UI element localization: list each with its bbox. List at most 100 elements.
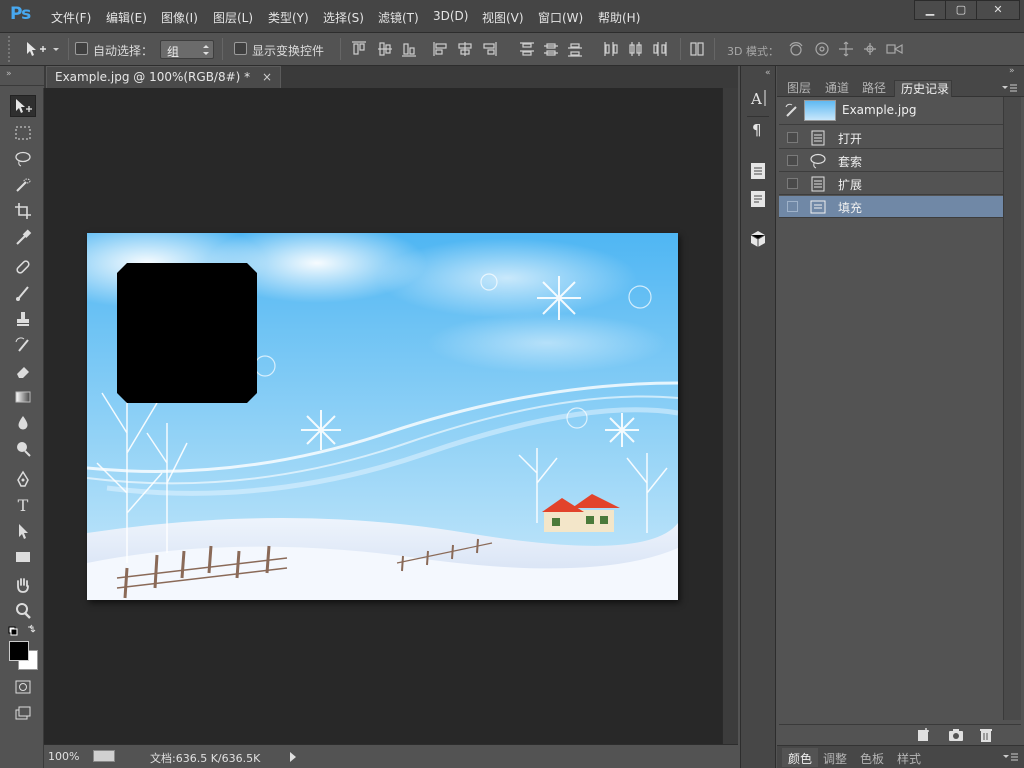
trash-icon[interactable] [977,727,995,743]
tab-adjustments[interactable]: 调整 [823,750,847,767]
minimize-button[interactable]: ▁ [914,0,946,20]
foreground-color-swatch[interactable] [9,641,29,661]
notes-panel-button[interactable] [747,160,769,184]
gradient-tool[interactable] [10,386,36,408]
menu-image[interactable]: 图像(I) [161,9,198,26]
move-tool-preset-picker[interactable] [24,40,64,58]
options-grip[interactable] [8,36,14,62]
history-snapshot[interactable]: Example.jpg [779,97,1003,125]
blur-tool[interactable] [10,412,36,434]
zoom-level[interactable]: 100% [48,750,79,763]
brush-icon [16,286,29,301]
tab-layers[interactable]: 图层 [787,80,811,97]
history-state-checkbox[interactable] [787,155,798,166]
new-document-from-state-icon[interactable] [915,727,933,743]
auto-select-dropdown[interactable]: 组 [160,40,214,59]
menu-type[interactable]: 类型(Y) [268,9,309,26]
paragraph-icon: ¶ [752,121,762,139]
brush-tool[interactable] [10,282,36,304]
show-transform-checkbox[interactable] [234,42,247,55]
panel-dock-header[interactable]: » [777,66,1024,80]
document-tab[interactable]: Example.jpg @ 100%(RGB/8#) * × [46,66,282,88]
menu-3d[interactable]: 3D(D) [433,9,468,23]
expand-panels-icon[interactable]: « [765,68,771,78]
properties-panel-button[interactable] [747,188,769,212]
menu-file[interactable]: 文件(F) [51,9,91,26]
collapse-panel-icon[interactable]: » [1009,66,1015,76]
pen-tool[interactable] [10,468,36,490]
tab-styles[interactable]: 样式 [897,750,921,767]
eraser-tool[interactable] [10,360,36,382]
healing-brush-tool[interactable] [10,256,36,278]
document-tab-bar: Example.jpg @ 100%(RGB/8#) * × [44,66,738,88]
camera-icon[interactable] [947,727,965,743]
history-state-lasso[interactable]: 套索 [779,150,1003,172]
maximize-button[interactable]: ▢ [945,0,977,20]
distribute-vcenter-icon [544,43,558,56]
status-menu-arrow-icon[interactable] [288,751,298,763]
align-vcenter-icon [378,42,392,56]
menu-layer[interactable]: 图层(L) [213,9,253,26]
tab-paths[interactable]: 路径 [862,80,886,97]
align-hcenter-icon [458,42,472,56]
hand-tool[interactable] [10,574,36,596]
quick-selection-tool[interactable] [10,174,36,196]
lasso-tool[interactable] [10,148,36,170]
history-state-open[interactable]: 打开 [779,127,1003,149]
close-button[interactable]: ✕ [976,0,1020,20]
3d-mode-label: 3D 模式： [727,45,779,58]
marquee-tool[interactable] [10,122,36,144]
paragraph-panel-button[interactable]: ¶ [747,118,769,142]
character-panel-button[interactable]: A [747,87,769,117]
history-scrollbar[interactable] [1003,97,1021,720]
eyedropper-tool[interactable] [10,226,36,248]
document-image[interactable] [27,218,679,600]
menu-select[interactable]: 选择(S) [323,9,364,26]
history-state-fill[interactable]: 填充 [779,196,1003,218]
tab-color[interactable]: 颜色 [782,748,819,767]
move-tool-icon [27,42,59,56]
rectangle-tool[interactable] [10,546,36,568]
tab-channels[interactable]: 通道 [825,80,849,97]
menu-filter[interactable]: 滤镜(T) [378,9,419,26]
lasso-icon [15,151,31,167]
svg-text:A: A [750,90,762,108]
crop-icon [15,203,31,219]
status-preview-icon[interactable] [93,750,115,762]
tools-panel-header[interactable]: » [0,66,44,86]
menu-edit[interactable]: 编辑(E) [106,9,147,26]
clone-stamp-tool[interactable] [10,308,36,330]
tab-swatches[interactable]: 色板 [860,750,884,767]
separator [68,38,69,60]
type-tool[interactable]: T [10,494,36,516]
auto-align-layers-icon[interactable] [688,40,706,58]
panel-menu-icon[interactable] [1000,83,1018,93]
zoom-tool[interactable] [10,600,36,622]
move-tool-icon [16,99,32,113]
dodge-tool[interactable] [10,438,36,460]
menu-window[interactable]: 窗口(W) [538,9,583,26]
align-right-icon [483,42,497,56]
panel-menu-icon[interactable] [1001,752,1019,762]
close-tab-icon[interactable]: × [262,70,272,84]
screen-mode-button[interactable] [10,702,36,724]
tab-history[interactable]: 历史记录 [894,80,952,97]
history-brush-tool[interactable] [10,334,36,356]
history-state-checkbox[interactable] [787,178,798,189]
3d-panel-button[interactable] [747,228,769,252]
history-brush-source-icon[interactable] [784,103,800,119]
menu-view[interactable]: 视图(V) [482,9,524,26]
collapse-icon[interactable]: » [6,69,12,79]
path-selection-tool[interactable] [10,520,36,542]
history-state-checkbox[interactable] [787,201,798,212]
history-state-checkbox[interactable] [787,132,798,143]
auto-select-checkbox[interactable] [75,42,88,55]
crop-tool[interactable] [10,200,36,222]
move-tool[interactable] [10,95,36,117]
vertical-scrollbar[interactable] [722,88,738,744]
quick-mask-button[interactable] [10,676,36,698]
menu-help[interactable]: 帮助(H) [598,9,640,26]
history-panel-footer [779,724,1021,744]
history-state-expand[interactable]: 扩展 [779,173,1003,195]
document-size-info: 文档:636.5 K/636.5K [150,752,261,765]
